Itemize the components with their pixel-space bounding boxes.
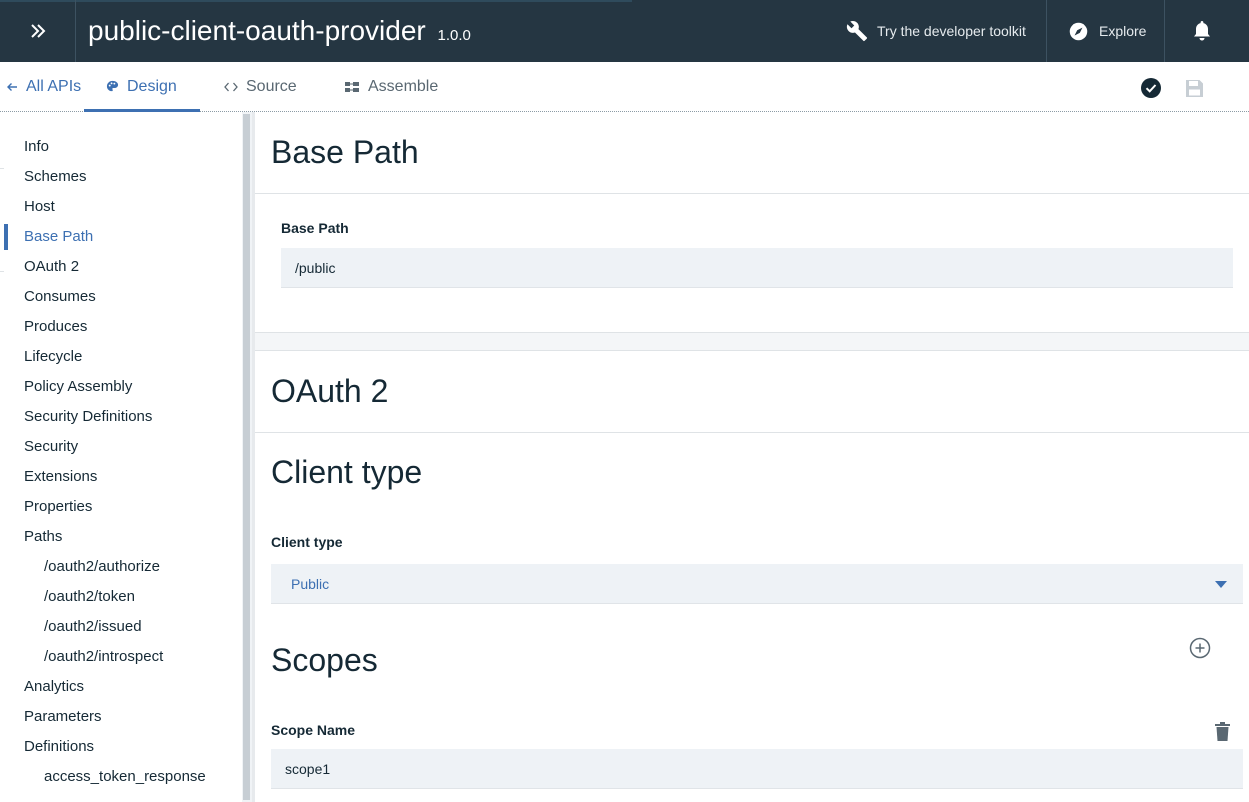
toolkit-label: Try the developer toolkit [877,23,1026,39]
base-path-field-label: Base Path [281,220,349,236]
palette-icon [106,80,119,93]
api-title: public-client-oauth-provider 1.0.0 [88,15,471,47]
client-type-select[interactable]: Public [271,564,1243,604]
back-to-all-apis-link[interactable]: All APIs [6,62,81,111]
notifications-button[interactable] [1192,20,1212,47]
double-chevron-right-icon [30,24,45,38]
sidebar-item-base-path[interactable]: Base Path [24,222,93,252]
sidebar-item-path-introspect[interactable]: /oauth2/introspect [44,642,163,672]
explore-label: Explore [1099,23,1147,39]
sidebar-item-policy-assembly[interactable]: Policy Assembly [24,372,132,402]
sidebar-item-path-issued[interactable]: /oauth2/issued [44,612,142,642]
oauth2-heading: OAuth 2 [271,373,389,409]
add-scope-button[interactable] [1189,637,1211,664]
header-divider [1046,0,1047,62]
compass-icon [1069,22,1088,40]
validate-button[interactable] [1141,78,1161,103]
sidebar-item-lifecycle[interactable]: Lifecycle [24,342,82,372]
sidebar-item-host[interactable]: Host [24,192,55,222]
design-sidebar: Info Schemes Host Base Path OAuth 2 Cons… [4,112,242,802]
main-content: Base Path Base Path /public OAuth 2 Clie… [255,112,1249,802]
sidebar-item-analytics[interactable]: Analytics [24,672,84,702]
sidebar-item-properties[interactable]: Properties [24,492,92,522]
back-label: All APIs [26,77,82,95]
code-icon [224,82,238,92]
oauth2-card: OAuth 2 Client type Client type Public S… [255,350,1249,802]
sidebar-item-security-definitions[interactable]: Security Definitions [24,402,152,432]
section-divider [255,432,1249,433]
assemble-icon [344,81,360,93]
sidebar-item-produces[interactable]: Produces [24,312,87,342]
sidebar-item-security[interactable]: Security [24,432,78,462]
api-version: 1.0.0 [437,27,471,44]
developer-toolkit-link[interactable]: Try the developer toolkit [846,0,1026,62]
base-path-input[interactable]: /public [281,248,1233,288]
trash-icon [1215,722,1230,741]
save-icon [1186,80,1203,97]
arrow-left-icon [6,81,18,93]
tab-assemble[interactable]: Assemble [344,62,438,111]
checkmark-filled-icon [1141,78,1161,98]
wrench-icon [846,21,868,42]
expand-nav-button[interactable] [0,0,76,62]
sidebar-item-definition-access-token-response[interactable]: access_token_response [44,762,206,792]
sidebar-scrollbar-thumb[interactable] [243,114,250,800]
delete-scope-button[interactable] [1215,722,1230,746]
explore-link[interactable]: Explore [1068,0,1146,62]
client-type-heading: Client type [271,454,423,490]
sidebar-item-schemes[interactable]: Schemes [24,162,87,192]
sidebar-item-oauth2[interactable]: OAuth 2 [24,252,79,282]
tab-design-label: Design [127,77,177,95]
save-button[interactable] [1185,79,1204,103]
sidebar-item-definitions[interactable]: Definitions [24,732,94,762]
active-indicator [4,224,8,250]
progress-line [0,0,632,2]
section-divider [255,193,1249,194]
tab-source[interactable]: Source [224,62,297,111]
sidebar-item-path-authorize[interactable]: /oauth2/authorize [44,552,160,582]
scope-name-field-label: Scope Name [271,722,356,738]
sidebar-item-info[interactable]: Info [24,132,49,162]
header-divider [1164,0,1165,62]
tab-assemble-label: Assemble [368,77,439,95]
sidebar-scrollbar[interactable] [242,112,252,802]
sidebar-item-consumes[interactable]: Consumes [24,282,96,312]
sidebar-item-extensions[interactable]: Extensions [24,462,97,492]
tab-source-label: Source [246,77,297,95]
scopes-heading: Scopes [271,642,378,678]
editor-tabs-bar: All APIs Design Source Assemble [0,62,1249,112]
base-path-heading: Base Path [271,134,419,170]
caret-down-icon [1215,581,1227,588]
client-type-field-label: Client type [271,534,343,550]
api-name: public-client-oauth-provider [88,15,426,46]
sidebar-item-parameters[interactable]: Parameters [24,702,102,732]
sidebar-item-paths[interactable]: Paths [24,522,62,552]
client-type-selected-value: Public [291,576,330,592]
scope-name-input[interactable]: scope1 [271,749,1243,789]
add-circle-icon [1189,637,1211,659]
sidebar-item-path-token[interactable]: /oauth2/token [44,582,135,612]
top-bar: public-client-oauth-provider 1.0.0 Try t… [0,0,1249,62]
tab-design[interactable]: Design [84,62,200,112]
base-path-card: Base Path Base Path /public [255,112,1249,333]
bell-icon [1194,21,1210,41]
